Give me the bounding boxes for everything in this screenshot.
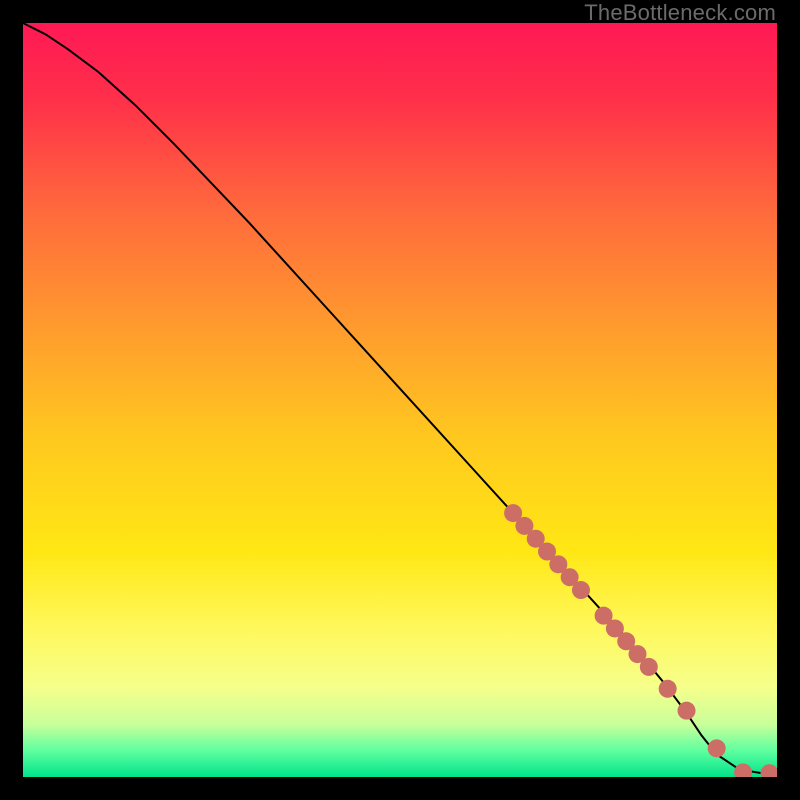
- curve-dot: [572, 581, 590, 599]
- curve-dot: [659, 680, 677, 698]
- curve-dot: [640, 658, 658, 676]
- watermark-text: TheBottleneck.com: [584, 0, 776, 26]
- bottleneck-chart: [23, 23, 777, 777]
- chart-background: [23, 23, 777, 777]
- chart-frame: [23, 23, 777, 777]
- curve-dot: [678, 702, 696, 720]
- curve-dot: [708, 739, 726, 757]
